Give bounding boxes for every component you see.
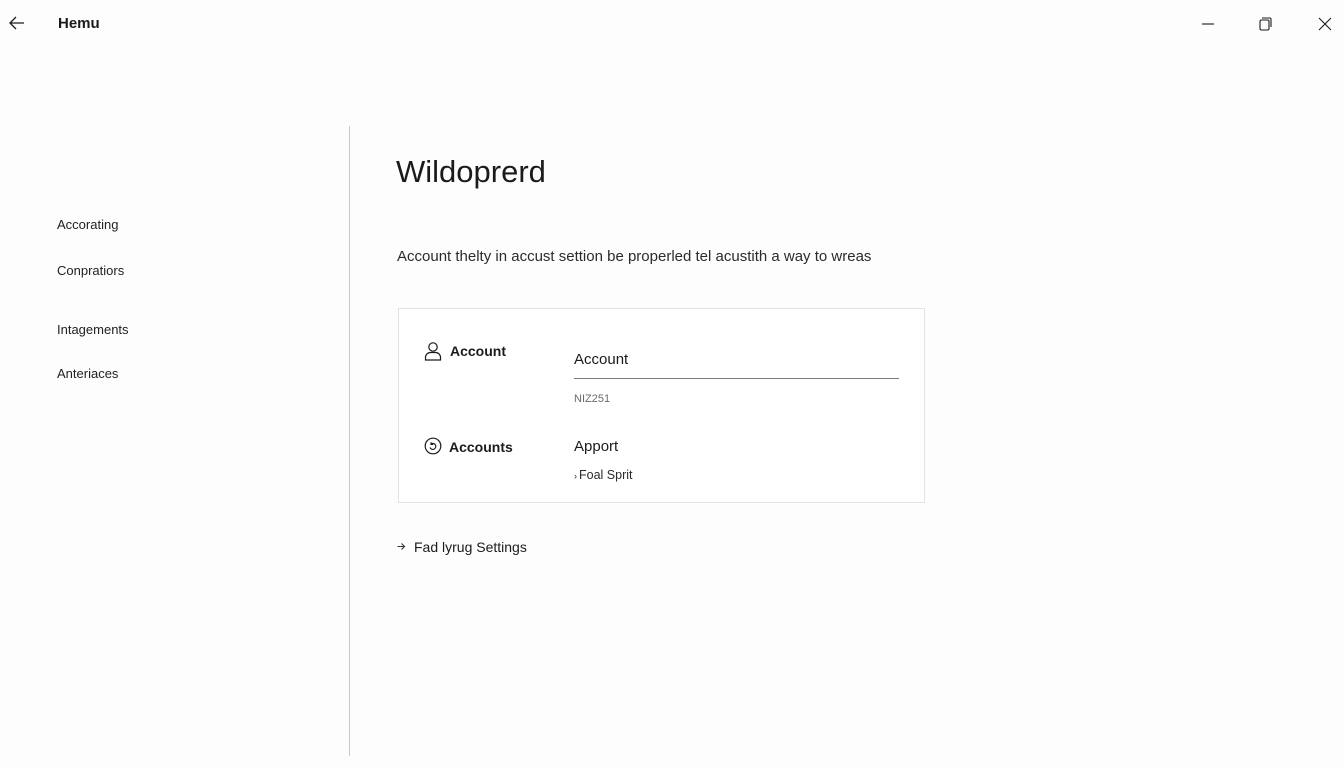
- circle-account-icon: [424, 436, 442, 456]
- page-title: Wildoprerd: [396, 154, 546, 189]
- settings-link-label: Fad lyrug Settings: [414, 539, 527, 555]
- maximize-button[interactable]: [1253, 12, 1277, 36]
- account-input[interactable]: [574, 341, 899, 379]
- accounts-row-value: Apport: [574, 438, 619, 455]
- accounts-sublink-label: Foal Sprit: [579, 468, 633, 482]
- close-button[interactable]: [1313, 12, 1337, 36]
- account-row-label: Account: [450, 343, 506, 359]
- minimize-button[interactable]: [1196, 12, 1220, 36]
- accounts-row-label: Accounts: [449, 439, 513, 455]
- arrow-left-icon: [9, 16, 24, 30]
- arrow-right-icon: [397, 540, 406, 554]
- sidebar-item-intagements[interactable]: Intagements: [57, 322, 129, 337]
- person-icon: [424, 341, 442, 361]
- settings-window: Hemu Accorating Conpratiors Intagements …: [0, 0, 1344, 768]
- back-button[interactable]: [6, 12, 28, 34]
- settings-link[interactable]: Fad lyrug Settings: [397, 539, 527, 555]
- account-settings-card: Account NIZ251 Accounts Apport ›Foal Spr…: [398, 308, 925, 503]
- accounts-sublink[interactable]: › Foal Sprit: [574, 468, 633, 482]
- page-description: Account thelty in accust settion be prop…: [397, 248, 872, 265]
- app-title: Hemu: [58, 15, 100, 32]
- minimize-icon: [1202, 23, 1214, 25]
- sidebar-item-accorating[interactable]: Accorating: [57, 217, 118, 232]
- close-icon: [1318, 17, 1332, 31]
- sidebar-item-conpratiors[interactable]: Conpratiors: [57, 263, 124, 278]
- account-hint: NIZ251: [574, 393, 611, 405]
- sidebar-divider: [349, 126, 350, 756]
- title-bar: Hemu: [0, 0, 1344, 48]
- sidebar-item-anteriaces[interactable]: Anteriaces: [57, 366, 118, 381]
- maximize-icon: [1259, 17, 1272, 31]
- sidebar-nav: Accorating Conpratiors Intagements Anter…: [0, 48, 349, 768]
- chevron-right-icon: ›: [574, 471, 577, 481]
